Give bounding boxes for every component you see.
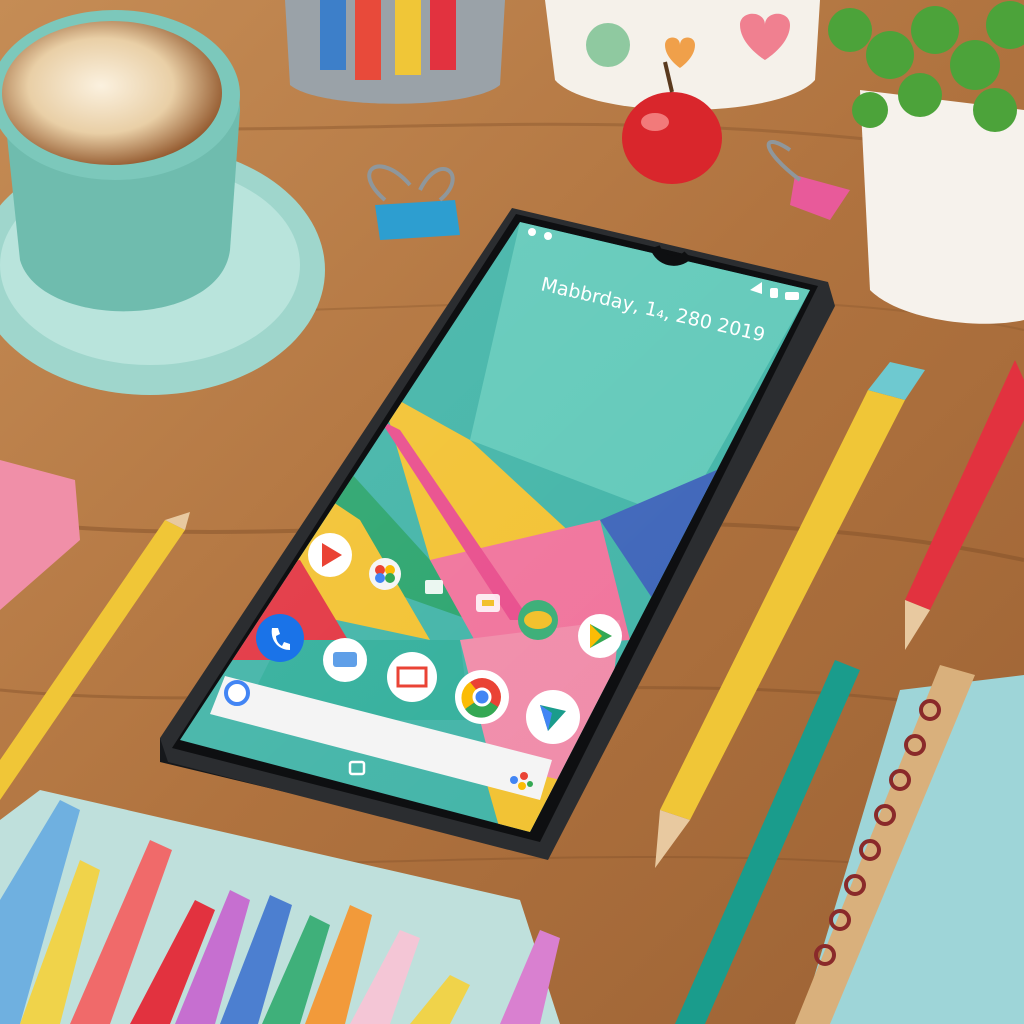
files-icon — [482, 600, 494, 606]
gmail-icon — [396, 666, 428, 688]
app-icon-messages[interactable] — [323, 638, 367, 682]
drive-icon — [524, 611, 552, 629]
pencil-holder — [285, 0, 505, 104]
lock-icon — [770, 288, 778, 298]
notification-dot-icon — [544, 232, 552, 240]
app-icon-phone[interactable] — [256, 614, 304, 662]
notification-dot-icon — [528, 228, 536, 236]
app-icon-play-store[interactable] — [308, 533, 352, 577]
app-icon-play-movies[interactable] — [526, 690, 580, 744]
app-icon-play-games[interactable] — [578, 614, 622, 658]
desk-scene: Mabbrday, 1₄, 280 2019 — [0, 0, 1024, 1024]
app-icon-photos[interactable] — [369, 558, 401, 590]
app-icon-small-folder[interactable] — [425, 580, 443, 594]
folder-icon — [425, 580, 443, 594]
app-icon-chrome[interactable] — [455, 670, 509, 724]
app-icon-files[interactable] — [476, 594, 500, 612]
google-g-icon — [224, 680, 250, 706]
messages-icon — [333, 652, 357, 667]
battery-icon — [785, 292, 799, 300]
app-icon-gmail[interactable] — [387, 652, 437, 702]
app-icon-drive[interactable] — [518, 600, 558, 640]
